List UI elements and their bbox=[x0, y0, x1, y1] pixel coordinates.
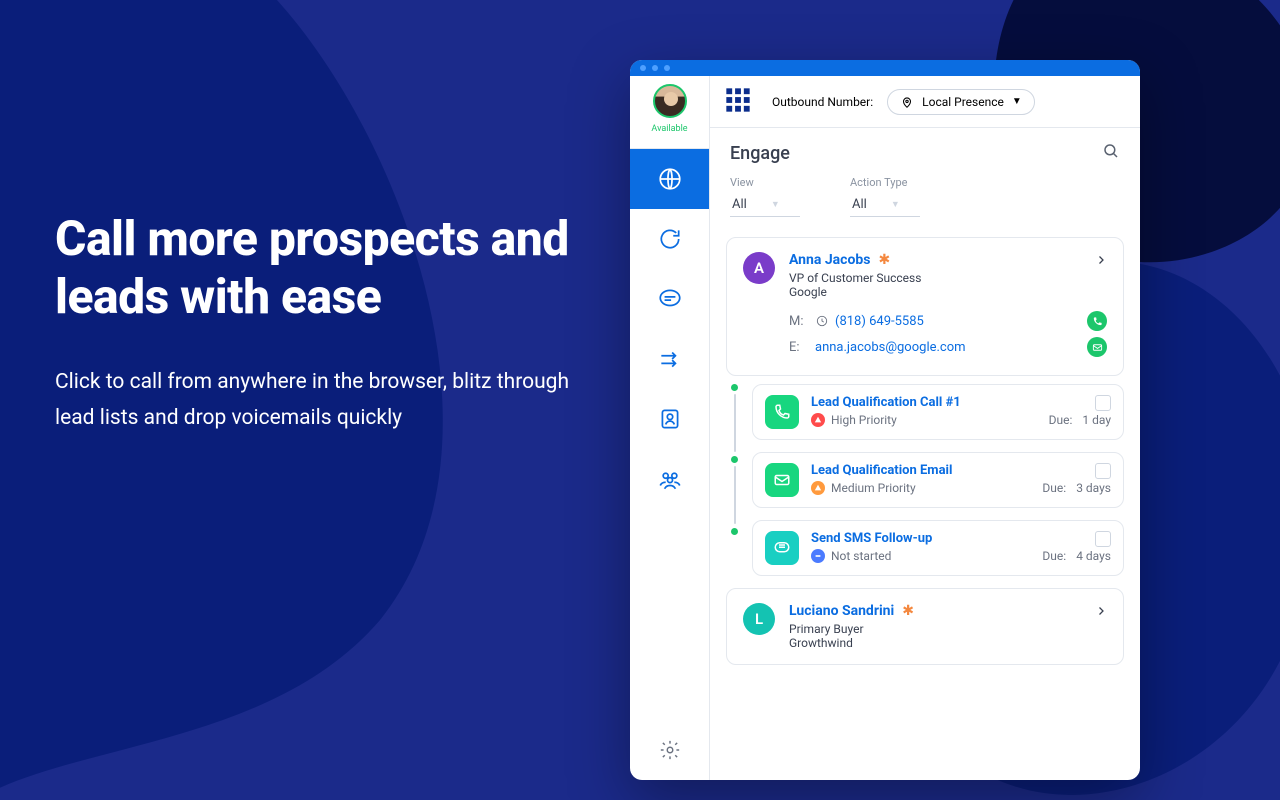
outbound-value: Local Presence bbox=[922, 95, 1004, 109]
task-priority: High Priority bbox=[831, 413, 897, 427]
promo-subtext: Click to call from anywhere in the brows… bbox=[55, 365, 575, 436]
promo-block: Call more prospects and leads with ease … bbox=[55, 210, 575, 437]
caret-down-icon: ▼ bbox=[1012, 96, 1022, 107]
dialer-grid-icon[interactable] bbox=[724, 86, 752, 118]
call-button[interactable] bbox=[1087, 311, 1107, 331]
call-task-icon bbox=[765, 395, 799, 429]
expand-contact[interactable] bbox=[1095, 252, 1107, 272]
mail-icon bbox=[1092, 342, 1103, 353]
chevron-down-icon: ▼ bbox=[891, 199, 900, 210]
email-button[interactable] bbox=[1087, 337, 1107, 357]
sms-task-icon bbox=[765, 531, 799, 565]
email-task-icon bbox=[765, 463, 799, 497]
task-checkbox[interactable] bbox=[1095, 531, 1111, 547]
task-due: 1 day bbox=[1082, 413, 1111, 427]
chat-icon bbox=[657, 286, 683, 312]
nav-refresh[interactable] bbox=[630, 209, 709, 269]
contact-name[interactable]: Anna Jacobs bbox=[789, 252, 870, 268]
outbound-label: Outbound Number: bbox=[772, 95, 873, 109]
user-avatar[interactable] bbox=[653, 84, 687, 118]
chevron-right-icon bbox=[1095, 603, 1107, 619]
task-item[interactable]: Send SMS Follow-up Not started Due:4 day… bbox=[752, 520, 1124, 576]
search-icon bbox=[1102, 142, 1120, 160]
contact-name[interactable]: Luciano Sandrini bbox=[789, 603, 894, 619]
expand-contact[interactable] bbox=[1095, 603, 1107, 623]
promo-heading: Call more prospects and leads with ease bbox=[55, 210, 575, 325]
mail-icon bbox=[773, 471, 791, 489]
phone-icon bbox=[773, 403, 791, 421]
sms-icon bbox=[773, 539, 791, 557]
gear-icon bbox=[659, 739, 681, 761]
contact-card: L Luciano Sandrini ✱ Primary Buyer Growt… bbox=[726, 588, 1124, 665]
contact-company: Growthwind bbox=[789, 636, 1081, 650]
globe-icon bbox=[657, 166, 683, 192]
task-title: Lead Qualification Email bbox=[811, 463, 1111, 478]
task-due: 4 days bbox=[1076, 549, 1111, 563]
page-title: Engage bbox=[730, 143, 790, 164]
search-button[interactable] bbox=[1102, 142, 1120, 164]
window-titlebar bbox=[630, 60, 1140, 76]
contact-avatar: L bbox=[743, 603, 775, 635]
nav-contacts[interactable] bbox=[630, 389, 709, 449]
mobile-prefix: M: bbox=[789, 314, 809, 329]
nav-messages[interactable] bbox=[630, 269, 709, 329]
task-checkbox[interactable] bbox=[1095, 395, 1111, 411]
task-item[interactable]: Lead Qualification Call #1 High Priority… bbox=[752, 384, 1124, 440]
filter-view-label: View bbox=[730, 176, 800, 189]
star-icon: ✱ bbox=[902, 603, 914, 619]
clock-icon bbox=[815, 314, 829, 328]
sidebar: Available bbox=[630, 76, 710, 780]
filter-view-select[interactable]: All ▼ bbox=[730, 193, 800, 217]
outbound-number-select[interactable]: Local Presence ▼ bbox=[887, 89, 1035, 115]
contact-avatar: A bbox=[743, 252, 775, 284]
task-thread: Lead Qualification Call #1 High Priority… bbox=[730, 384, 1124, 576]
email-address[interactable]: anna.jacobs@google.com bbox=[815, 340, 966, 355]
star-icon: ✱ bbox=[878, 252, 890, 268]
refresh-icon bbox=[657, 226, 683, 252]
contact-title: Primary Buyer bbox=[789, 622, 1081, 636]
presence-status: Available bbox=[651, 124, 687, 134]
app-window: Available bbox=[630, 60, 1140, 780]
pin-icon bbox=[900, 95, 914, 109]
contact-title: VP of Customer Success bbox=[789, 271, 1081, 285]
task-priority: Medium Priority bbox=[831, 481, 916, 495]
contact-card: A Anna Jacobs ✱ VP of Customer Success G… bbox=[726, 237, 1124, 376]
nav-sequences[interactable] bbox=[630, 329, 709, 389]
chevron-down-icon: ▼ bbox=[771, 199, 780, 210]
nav-settings[interactable] bbox=[659, 720, 681, 780]
team-icon bbox=[657, 466, 683, 492]
task-title: Send SMS Follow-up bbox=[811, 531, 1111, 546]
task-item[interactable]: Lead Qualification Email Medium Priority… bbox=[752, 452, 1124, 508]
nav-globe[interactable] bbox=[630, 149, 709, 209]
topbar: Outbound Number: Local Presence ▼ bbox=[710, 76, 1140, 128]
contact-company: Google bbox=[789, 285, 1081, 299]
task-title: Lead Qualification Call #1 bbox=[811, 395, 1111, 410]
task-checkbox[interactable] bbox=[1095, 463, 1111, 479]
task-priority: Not started bbox=[831, 549, 891, 563]
email-prefix: E: bbox=[789, 340, 809, 355]
chevron-right-icon bbox=[1095, 252, 1107, 268]
phone-icon bbox=[1092, 316, 1103, 327]
priority-medium-icon bbox=[811, 481, 825, 495]
nav-team[interactable] bbox=[630, 449, 709, 509]
task-due: 3 days bbox=[1076, 481, 1111, 495]
mobile-number[interactable]: (818) 649-5585 bbox=[835, 314, 924, 329]
filter-action-select[interactable]: All ▼ bbox=[850, 193, 920, 217]
arrows-icon bbox=[657, 346, 683, 372]
priority-high-icon bbox=[811, 413, 825, 427]
status-notstarted-icon bbox=[811, 549, 825, 563]
contact-card-icon bbox=[657, 406, 683, 432]
filter-action-label: Action Type bbox=[850, 176, 920, 189]
